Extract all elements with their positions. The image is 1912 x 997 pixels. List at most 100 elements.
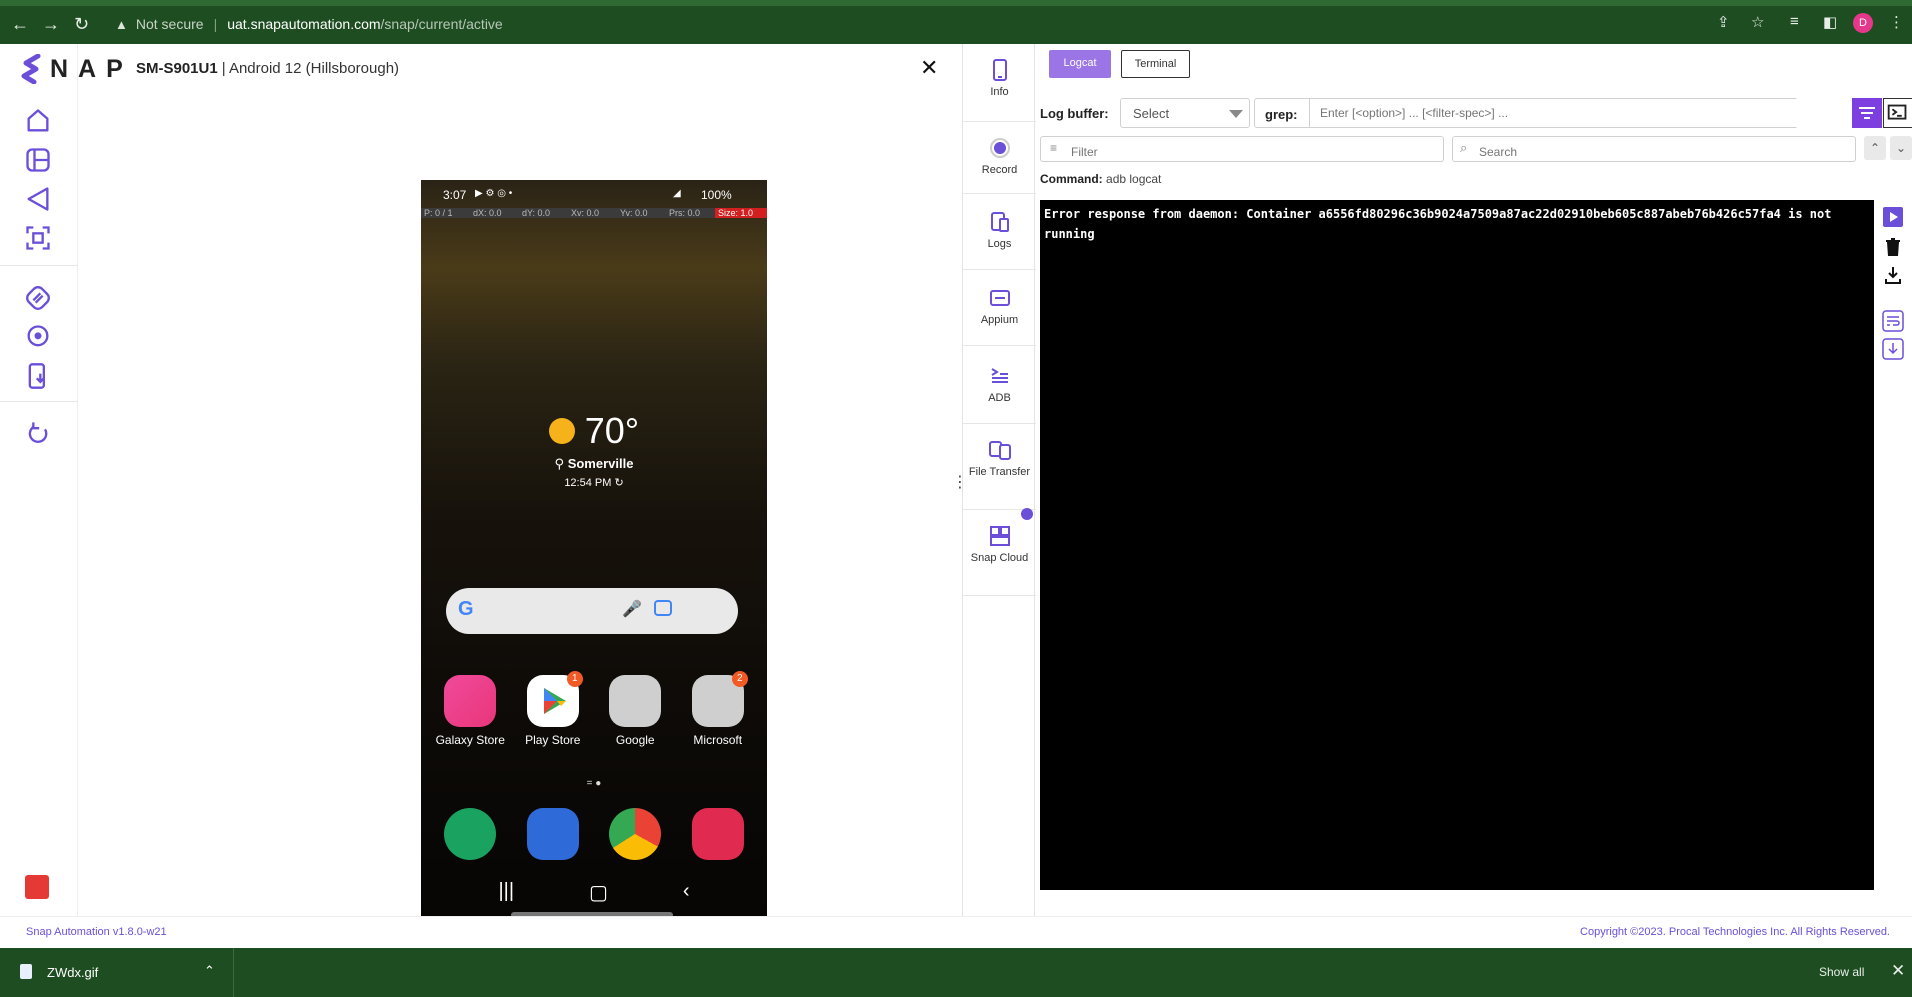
tool-record[interactable]: Record (963, 122, 1036, 194)
install-app-icon[interactable] (24, 362, 52, 390)
recents-icon[interactable]: ||| (498, 880, 514, 905)
left-nav: NAP (0, 44, 123, 916)
microsoft-folder-icon: 2 (691, 671, 748, 727)
search-prev-button[interactable]: ⌃ (1864, 136, 1886, 160)
camera-app-icon[interactable] (691, 808, 744, 860)
app-label: Play Store (525, 733, 581, 747)
play-icon[interactable] (1882, 206, 1904, 228)
filter-toggle-button[interactable] (1852, 98, 1882, 128)
refresh-small-icon: ↻ (614, 477, 624, 489)
app-label: Google (615, 733, 655, 747)
tool-label: ADB (988, 392, 1011, 404)
log-buffer-label: Log buffer: (1040, 106, 1109, 121)
tool-label: File Transfer (968, 466, 1031, 478)
logcat-console[interactable]: Error response from daemon: Container a6… (1040, 200, 1874, 890)
sun-icon (548, 418, 575, 444)
sidepanel-icon[interactable]: ◧ (1823, 13, 1837, 31)
tool-logs[interactable]: Logs (963, 194, 1036, 270)
media-icon[interactable]: ≡ (1790, 13, 1799, 30)
refresh-icon[interactable] (24, 420, 52, 448)
search-input[interactable] (1452, 136, 1856, 162)
tag-icon[interactable] (24, 284, 52, 312)
tool-adb[interactable]: ADB (963, 346, 1036, 424)
app-label: Microsoft (693, 733, 743, 747)
city-label: Somerville (567, 456, 634, 471)
wrap-text-icon[interactable] (1882, 310, 1904, 332)
tool-snap-cloud[interactable]: Snap Cloud (963, 510, 1036, 596)
warning-icon: ▲ (115, 16, 128, 32)
filter-lines-icon (1859, 107, 1875, 119)
reload-icon[interactable]: ↻ (74, 14, 89, 35)
grep-input[interactable] (1309, 99, 1799, 127)
google-folder-icon (609, 675, 662, 727)
app-dock (421, 808, 767, 860)
profile-avatar[interactable]: D (1853, 13, 1873, 33)
dropdown-caret-icon (1229, 110, 1243, 118)
app-play-store[interactable]: 1 Play Store (512, 671, 594, 747)
send-icon[interactable] (24, 185, 52, 213)
filter-icon: ≡ (1050, 141, 1058, 155)
phone-app-icon[interactable] (444, 808, 497, 860)
home-icon[interactable] (24, 107, 52, 135)
close-icon[interactable]: ✕ (1891, 961, 1905, 981)
trash-icon[interactable] (1882, 236, 1904, 258)
record-icon (989, 138, 1010, 158)
app-galaxy-store[interactable]: Galaxy Store (429, 675, 511, 747)
dashboard-icon[interactable] (24, 146, 52, 174)
back-nav-icon[interactable]: ‹ (683, 880, 690, 905)
more-menu-icon[interactable]: ⋮ (1889, 13, 1904, 31)
app-grid: Galaxy Store 1 Play Store Google 2 Micro… (421, 671, 767, 747)
chevron-up-icon[interactable]: ⌃ (204, 963, 215, 979)
messages-app-icon[interactable] (526, 808, 579, 860)
app-google-folder[interactable]: Google (594, 675, 676, 747)
forward-icon[interactable]: → (42, 14, 60, 35)
tab-terminal[interactable]: Terminal (1121, 50, 1190, 78)
logs-icon (990, 212, 1009, 232)
mic-icon[interactable]: 🎤 (622, 599, 642, 619)
tool-file-transfer[interactable]: File Transfer (963, 424, 1036, 510)
filter-input[interactable] (1040, 136, 1444, 162)
browser-toolbar: ← → ↻ ▲ Not secure | uat.snapautomation.… (0, 0, 1912, 44)
notification-badge: 1 (566, 671, 583, 687)
separator: | (213, 16, 218, 32)
show-all-link[interactable]: Show all (1819, 965, 1864, 979)
share-icon[interactable]: ⇪ (1717, 13, 1730, 31)
app-footer: Snap Automation v1.8.0-w21 Copyright ©20… (0, 916, 1912, 948)
search-next-button[interactable]: ⌄ (1890, 136, 1912, 160)
tool-info[interactable]: Info (963, 44, 1036, 122)
back-icon[interactable]: ← (11, 14, 29, 35)
bookmark-star-icon[interactable]: ☆ (1751, 13, 1764, 31)
device-screen[interactable]: 3:07 ▶ ⚙ ◎ • ◢ 100% P: 0 / 1 dX: 0.0 dY:… (421, 180, 767, 920)
download-file-name: ZWdx.gif (47, 965, 99, 980)
device-screen-area: 3:07 ▶ ⚙ ◎ • ◢ 100% P: 0 / 1 dX: 0.0 dY:… (78, 92, 948, 920)
download-item[interactable]: ZWdx.gif ⌃ (0, 948, 234, 997)
weather-city: ⚲ Somerville (421, 456, 767, 472)
address-bar[interactable]: ▲ Not secure | uat.snapautomation.com/sn… (103, 11, 1723, 37)
notification-bell-icon[interactable] (1021, 508, 1033, 520)
weather-widget[interactable]: 70° ⚲ Somerville 12:54 PM ↻ (421, 410, 767, 489)
app-microsoft-folder[interactable]: 2 Microsoft (677, 671, 759, 747)
pointer-size: Size: 1.0 (715, 208, 767, 218)
tab-strip (0, 0, 1912, 6)
security-label: Not secure (135, 16, 204, 32)
tool-label: Logs (987, 238, 1012, 250)
adb-icon (990, 368, 1008, 383)
scan-icon[interactable] (24, 224, 52, 252)
close-device-button[interactable]: ✕ (920, 55, 938, 81)
lens-icon[interactable] (654, 600, 672, 616)
tool-appium[interactable]: Appium (963, 270, 1036, 346)
grep-label: grep: (1265, 107, 1298, 122)
tab-logcat[interactable]: Logcat (1049, 50, 1111, 78)
url-text: uat.snapautomation.com/snap/current/acti… (227, 16, 503, 32)
home-button-icon[interactable]: ▢ (589, 880, 608, 905)
log-buffer-select[interactable]: Select (1120, 98, 1250, 128)
download-icon[interactable] (1882, 264, 1904, 286)
device-model: SM-S901U1 (136, 59, 218, 77)
location-icon[interactable] (24, 323, 52, 351)
scroll-bottom-icon[interactable] (1882, 338, 1904, 360)
chrome-app-icon[interactable] (609, 808, 662, 860)
filter-row: ≡ ⌕ ⌃ ⌄ (1040, 136, 1912, 162)
google-search-bar[interactable]: G 🎤 (446, 588, 738, 634)
terminal-button[interactable] (1883, 98, 1912, 128)
disconnect-plug-icon[interactable] (25, 875, 49, 899)
